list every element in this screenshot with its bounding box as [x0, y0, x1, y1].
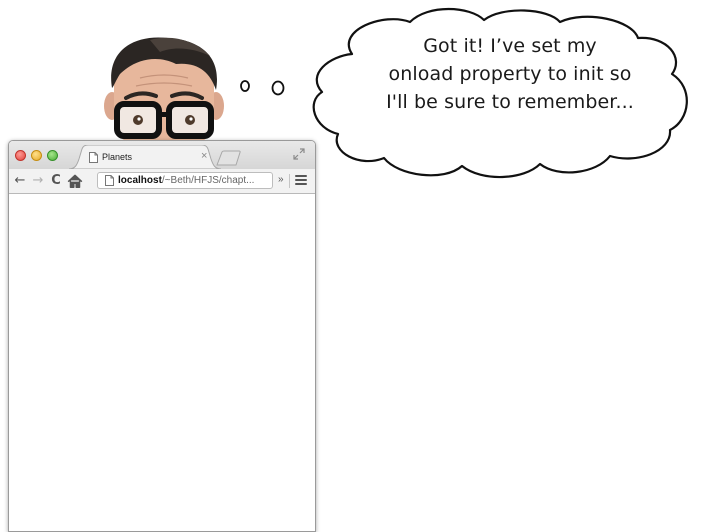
url-text: localhost/~Beth/HFJS/chapt... [118, 175, 270, 187]
hair [111, 37, 217, 90]
fullscreen-icon[interactable] [293, 148, 305, 160]
face [114, 44, 214, 148]
thought-line-3: I'll be sure to remember... [386, 91, 634, 113]
browser-titlebar: Planets × [9, 141, 315, 169]
new-tab-button[interactable] [215, 150, 243, 166]
thought-text: Got it! I’ve set my onload property to i… [352, 32, 668, 116]
zoom-window-button[interactable] [47, 150, 58, 161]
menu-line [295, 175, 307, 177]
forward-arrow-icon[interactable]: → [31, 173, 45, 189]
glasses-icon [114, 101, 214, 139]
tab-close-icon[interactable]: × [201, 150, 207, 162]
menu-line [295, 179, 307, 181]
thought-dot-large [271, 80, 285, 96]
tab-title: Planets [102, 152, 133, 162]
url-host: localhost [118, 175, 162, 186]
page-icon [89, 152, 98, 163]
right-ear [208, 92, 224, 120]
back-arrow-icon[interactable]: ← [13, 173, 27, 189]
browser-window: Planets × ← → C localhost/~Beth/HFJS/cha… [8, 140, 316, 532]
hamburger-menu-icon[interactable] [295, 175, 307, 187]
close-window-button[interactable] [15, 150, 26, 161]
url-path: /~Beth/HFJS/chapt [161, 175, 247, 186]
toolbar-divider [289, 174, 290, 188]
menu-line [295, 183, 307, 185]
extensions-chevron-icon[interactable]: » [278, 174, 284, 185]
left-ear [104, 92, 120, 120]
page-icon [105, 175, 114, 186]
thought-dot-small [240, 80, 250, 92]
thought-line-2: onload property to init so [388, 63, 632, 85]
url-ellipsis: ... [246, 175, 255, 186]
browser-toolbar: ← → C localhost/~Beth/HFJS/chapt... » [9, 169, 315, 194]
thought-line-1: Got it! I’ve set my [423, 35, 597, 57]
page-viewport[interactable] [9, 194, 315, 531]
home-icon[interactable] [67, 173, 83, 189]
reload-icon[interactable]: C [49, 173, 63, 189]
minimize-window-button[interactable] [31, 150, 42, 161]
address-bar[interactable]: localhost/~Beth/HFJS/chapt... [97, 172, 273, 189]
tab-planets[interactable]: Planets × [69, 145, 221, 169]
